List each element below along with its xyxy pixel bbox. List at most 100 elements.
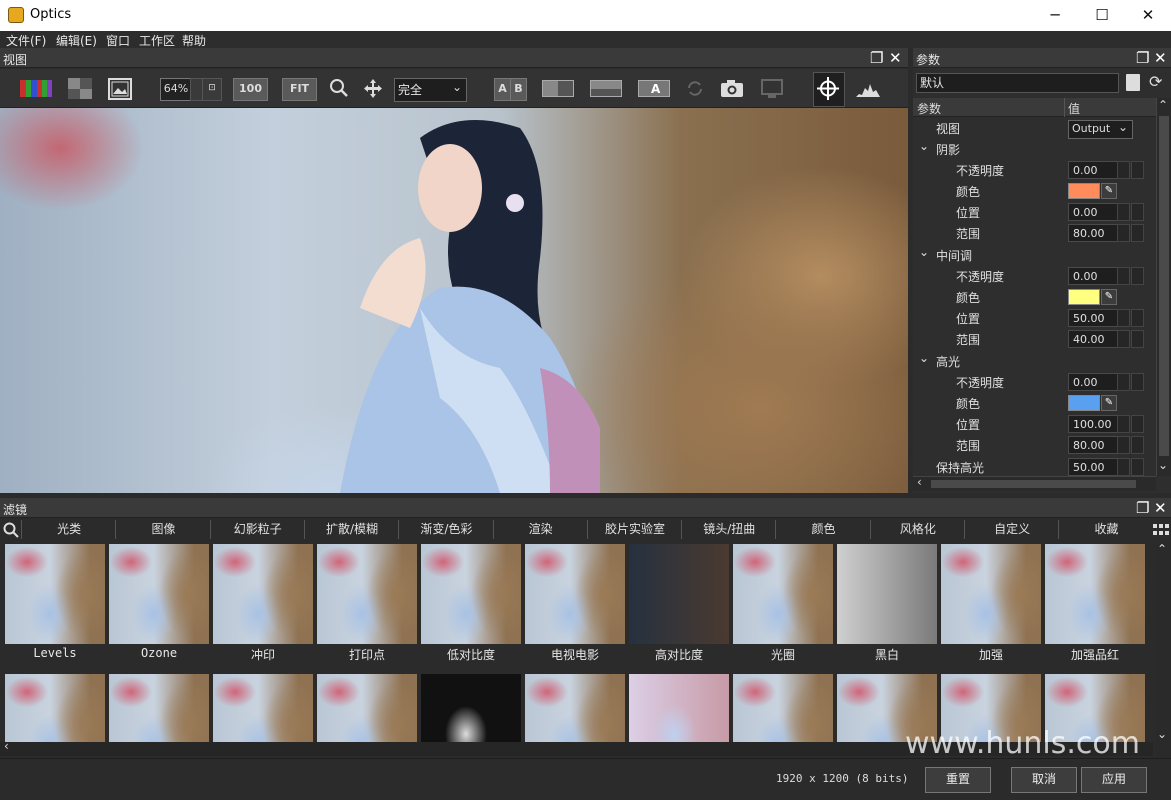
filter-thumbnail[interactable] <box>941 544 1041 644</box>
menu-window[interactable]: 窗口 <box>106 32 130 49</box>
filter-thumbnail[interactable] <box>213 544 313 644</box>
display-monitor-icon[interactable] <box>760 78 784 99</box>
eyedropper-icon[interactable]: ✎ <box>1101 395 1117 411</box>
mid-opacity-input[interactable]: 0.00 <box>1068 267 1118 285</box>
group-shadows[interactable]: ⌄ 阴影 <box>913 139 1156 160</box>
zoom-fit-button[interactable]: FIT <box>282 78 317 101</box>
filter-thumbnail[interactable] <box>109 674 209 742</box>
menu-file[interactable]: 文件(F) <box>6 32 46 49</box>
close-panel-icon[interactable]: ✕ <box>889 49 902 67</box>
shadow-position-input[interactable]: 0.00 <box>1068 203 1118 221</box>
minimize-button[interactable]: ─ <box>1032 0 1078 31</box>
chevron-down-icon[interactable]: ⌄ <box>1158 458 1168 472</box>
high-position-input[interactable]: 100.00 <box>1068 415 1118 433</box>
filter-thumbnail[interactable] <box>525 544 625 644</box>
filter-thumbnail[interactable] <box>5 544 105 644</box>
reset-value-icon[interactable] <box>1131 436 1144 454</box>
split-horizontal-icon[interactable] <box>590 78 622 99</box>
filter-thumbnail[interactable] <box>317 674 417 742</box>
reset-value-icon[interactable] <box>1131 309 1144 327</box>
high-range-input[interactable]: 80.00 <box>1068 436 1118 454</box>
filter-thumbnail[interactable] <box>525 674 625 742</box>
filter-thumbnail[interactable] <box>733 674 833 742</box>
eyedropper-icon[interactable]: ✎ <box>1101 289 1117 305</box>
reset-value-icon[interactable] <box>1131 373 1144 391</box>
zoom-value-field[interactable]: 64% <box>160 78 192 101</box>
float-panel-icon[interactable]: ❐ <box>870 49 883 67</box>
filter-thumbnail[interactable] <box>837 544 937 644</box>
zoom-100-button[interactable]: 100 <box>233 78 268 101</box>
stepper[interactable] <box>1117 373 1130 391</box>
high-color-swatch[interactable] <box>1068 395 1100 411</box>
zoom-reset-icon[interactable]: ⊡ <box>202 78 222 101</box>
mid-position-input[interactable]: 50.00 <box>1068 309 1118 327</box>
chevron-left-icon[interactable]: ‹ <box>4 739 9 753</box>
magnifier-icon[interactable] <box>329 78 349 99</box>
scroll-thumb[interactable] <box>1159 116 1169 456</box>
high-opacity-input[interactable]: 0.00 <box>1068 373 1118 391</box>
filter-category-tab[interactable]: 自定义 <box>964 520 1059 539</box>
reset-value-icon[interactable] <box>1131 224 1144 242</box>
overlay-compare-icon[interactable]: A <box>638 78 670 99</box>
pan-move-icon[interactable] <box>363 78 383 99</box>
group-midtones[interactable]: ⌄ 中间调 <box>913 245 1156 266</box>
compare-b-button[interactable]: B <box>510 78 527 101</box>
filter-vertical-scrollbar[interactable]: ⌃ ⌄ <box>1155 542 1171 757</box>
camera-snapshot-icon[interactable] <box>720 78 744 99</box>
apply-button[interactable]: 应用 <box>1081 767 1147 793</box>
chevron-up-icon[interactable]: ⌃ <box>1158 98 1168 112</box>
view-output-select[interactable]: Output ⌄ <box>1068 120 1133 139</box>
swap-icon[interactable] <box>685 78 705 99</box>
filter-thumbnail[interactable] <box>109 544 209 644</box>
filter-thumbnail[interactable] <box>317 544 417 644</box>
refresh-icon[interactable]: ⟳ <box>1149 72 1162 91</box>
stepper[interactable] <box>1117 458 1130 476</box>
grid-view-icon[interactable] <box>1153 522 1169 538</box>
mid-color-swatch[interactable] <box>1068 289 1100 305</box>
filter-category-tab[interactable]: 胶片实验室 <box>586 520 682 539</box>
menu-workspace[interactable]: 工作区 <box>139 32 175 49</box>
filter-thumbnail[interactable] <box>5 674 105 742</box>
filter-thumbnail[interactable] <box>733 544 833 644</box>
preset-name-field[interactable]: 默认 <box>916 73 1119 93</box>
stepper[interactable] <box>1117 415 1130 433</box>
close-window-button[interactable]: ✕ <box>1125 0 1171 31</box>
split-vertical-icon[interactable] <box>542 78 574 99</box>
params-horizontal-scrollbar[interactable]: ‹ <box>913 475 1156 491</box>
float-panel-icon[interactable]: ❐ <box>1136 499 1149 517</box>
close-panel-icon[interactable]: ✕ <box>1154 49 1167 67</box>
filter-thumbnail[interactable] <box>629 544 729 644</box>
filter-category-tab[interactable]: 颜色 <box>775 520 870 539</box>
filter-category-tab[interactable]: 幻影粒子 <box>209 520 305 539</box>
filter-thumbnail[interactable] <box>1045 544 1145 644</box>
eyedropper-icon[interactable]: ✎ <box>1101 183 1117 199</box>
histogram-icon[interactable] <box>856 78 880 99</box>
target-crosshair-icon[interactable] <box>813 72 845 107</box>
chevron-left-icon[interactable]: ‹ <box>917 475 922 489</box>
filter-category-tab[interactable]: 风格化 <box>869 520 965 539</box>
reset-value-icon[interactable] <box>1131 161 1144 179</box>
stepper[interactable] <box>1117 330 1130 348</box>
image-preview[interactable] <box>0 108 908 493</box>
stepper[interactable] <box>1117 309 1130 327</box>
save-preset-icon[interactable] <box>1126 74 1140 91</box>
menu-edit[interactable]: 编辑(E) <box>56 32 97 49</box>
shadow-color-swatch[interactable] <box>1068 183 1100 199</box>
search-icon[interactable] <box>3 522 19 538</box>
filter-category-tab[interactable]: 收藏 <box>1058 520 1153 539</box>
reset-value-icon[interactable] <box>1131 330 1144 348</box>
filter-thumbnail[interactable] <box>421 544 521 644</box>
filter-category-tab[interactable]: 渲染 <box>492 520 588 539</box>
shadow-range-input[interactable]: 80.00 <box>1068 224 1118 242</box>
filter-thumbnail[interactable] <box>421 674 521 742</box>
filter-category-tab[interactable]: 镜头/扭曲 <box>681 520 776 539</box>
chevron-down-icon[interactable]: ⌄ <box>1157 727 1167 741</box>
stepper[interactable] <box>1117 224 1130 242</box>
group-highlights[interactable]: ⌄ 高光 <box>913 351 1156 372</box>
stepper[interactable] <box>1117 203 1130 221</box>
float-panel-icon[interactable]: ❐ <box>1136 49 1149 67</box>
chevron-up-icon[interactable]: ⌃ <box>1157 542 1167 556</box>
stepper[interactable] <box>1117 436 1130 454</box>
filter-category-tab[interactable]: 扩散/模糊 <box>303 520 399 539</box>
filter-category-tab[interactable]: 图像 <box>115 520 210 539</box>
